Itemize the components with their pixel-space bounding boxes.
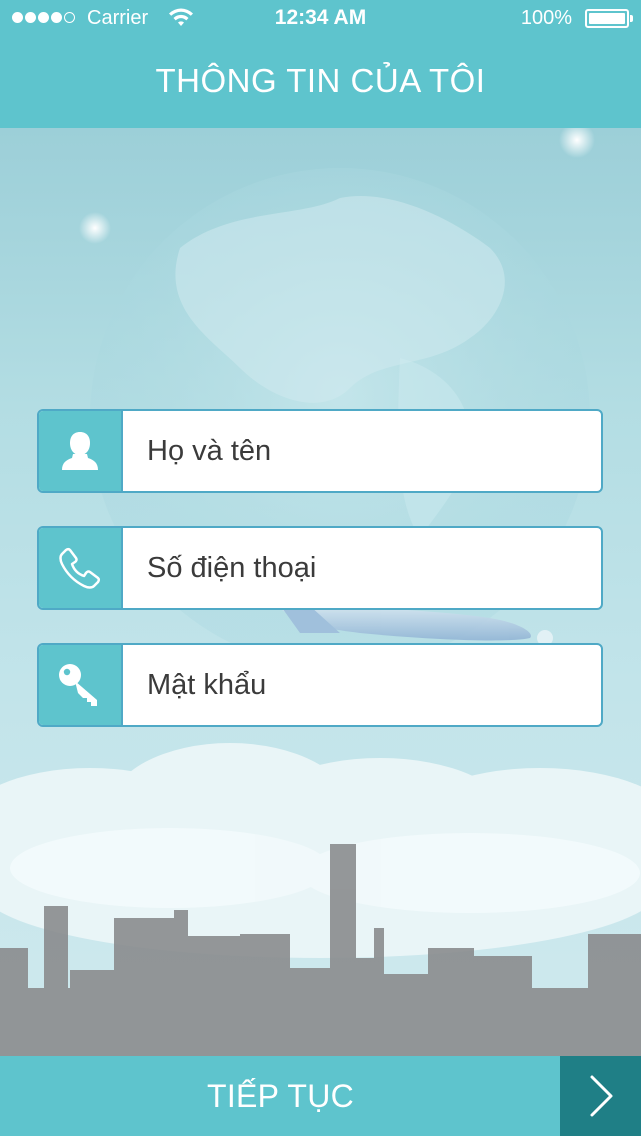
phone-field [37,526,603,610]
key-icon [39,645,123,725]
password-input[interactable] [123,645,601,725]
sparkle-shape [559,128,595,158]
phone-icon [39,528,123,608]
battery-percentage: 100% [520,7,572,29]
phone-input[interactable] [123,528,601,608]
chevron-right-icon[interactable] [560,1056,641,1136]
continue-label: TIẾP TỤC [206,1078,355,1114]
battery-icon [585,9,633,28]
continue-button[interactable]: TIẾP TỤC [0,1056,641,1136]
full-name-field [37,409,603,493]
top-bar: Carrier 12:34 AM 100% THÔNG TIN CỦA TÔI [0,0,641,128]
user-icon [39,411,123,491]
page-title: THÔNG TIN CỦA TÔI [155,62,486,99]
full-name-input[interactable] [123,411,601,491]
status-bar: Carrier 12:34 AM 100% [0,0,641,40]
password-field [37,643,603,727]
sparkle-shape [79,212,111,244]
